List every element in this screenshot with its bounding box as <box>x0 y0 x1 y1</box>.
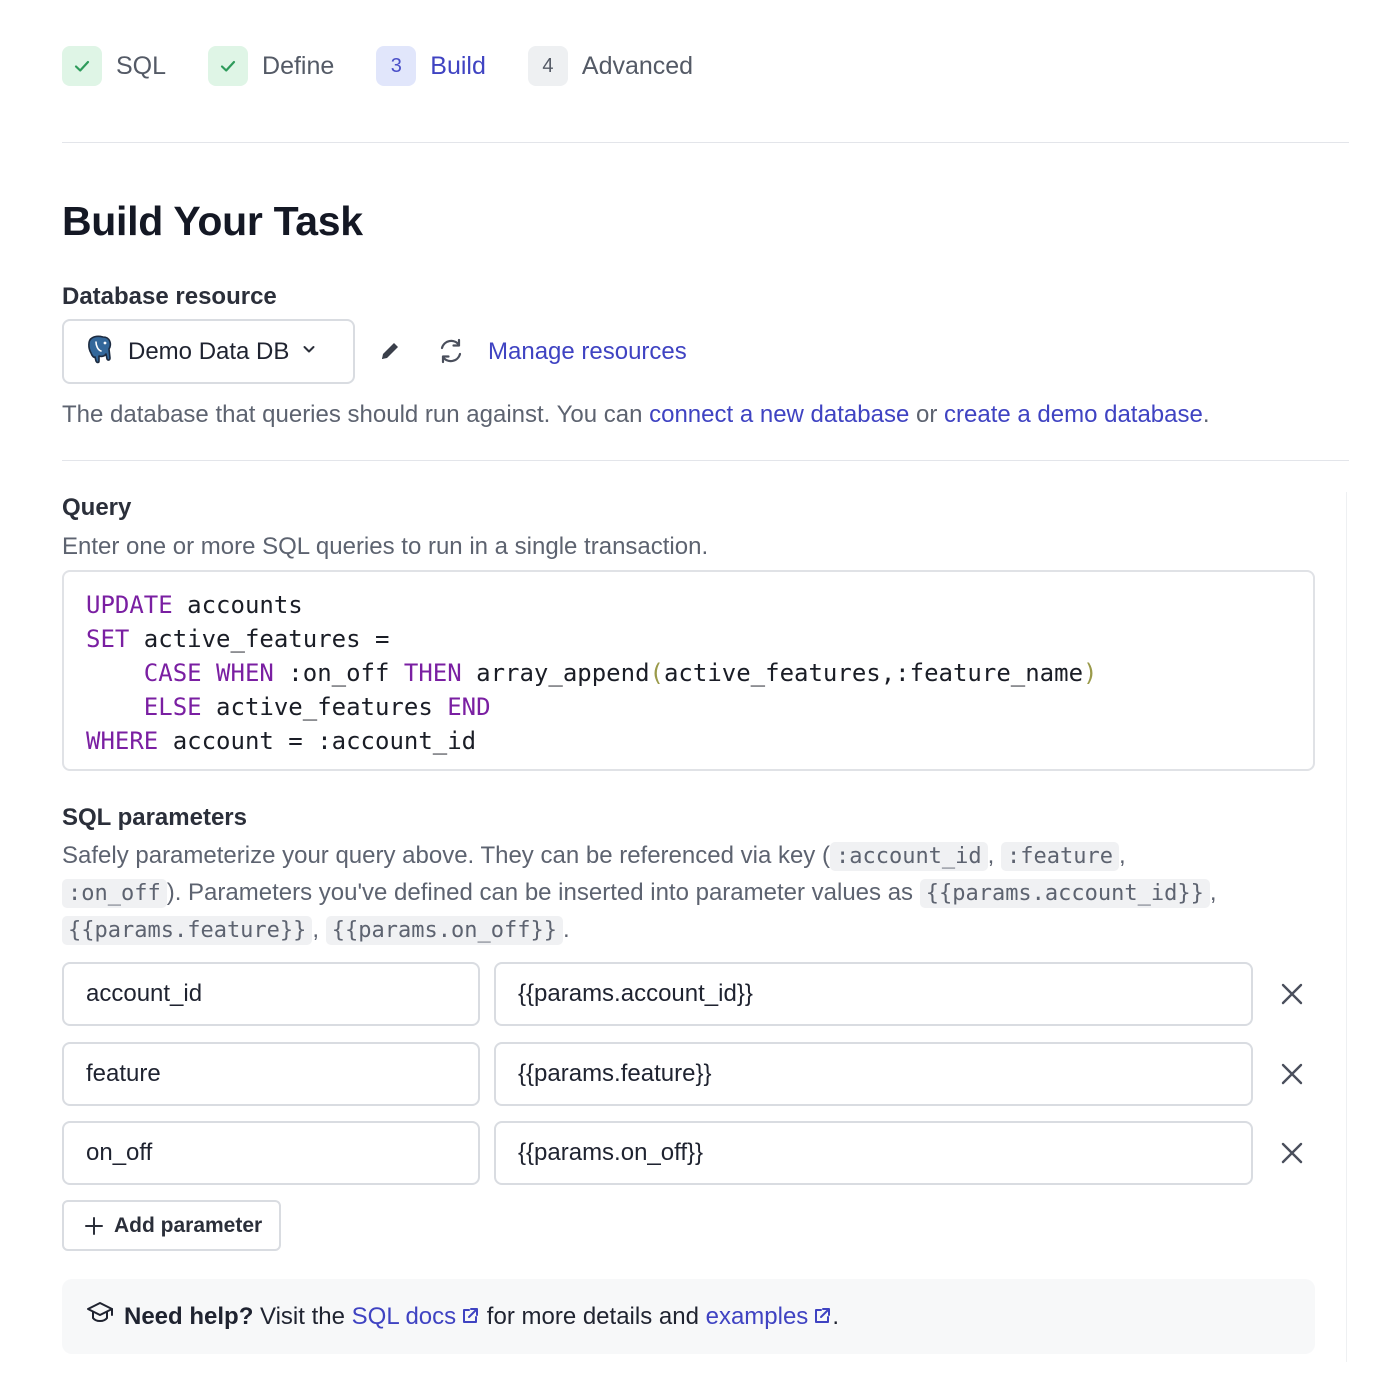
step-number: 3 <box>376 46 417 86</box>
step-label: SQL <box>116 51 167 80</box>
resource-help: The database that queries should run aga… <box>62 401 1210 429</box>
param-row <box>62 962 1322 1026</box>
resource-selected-value: Demo Data DB <box>128 337 290 365</box>
help-text: . <box>832 1302 839 1330</box>
sql-docs-link[interactable]: SQL docs <box>352 1303 481 1330</box>
close-icon[interactable] <box>1278 1139 1306 1167</box>
resource-help-text: . <box>1202 401 1210 428</box>
close-icon[interactable] <box>1278 980 1306 1008</box>
chevron-down-icon <box>301 341 317 362</box>
param-key-input[interactable] <box>62 1121 480 1185</box>
examples-link[interactable]: examples <box>706 1303 833 1330</box>
add-parameter-label: Add parameter <box>114 1213 263 1237</box>
plus-icon <box>85 1216 103 1235</box>
stepper: SQL Define 3 Build 4 Advanced <box>62 46 735 86</box>
step-label: Advanced <box>581 51 694 80</box>
step-sql[interactable]: SQL <box>62 46 166 86</box>
param-key-input[interactable] <box>62 962 480 1026</box>
query-help: Enter one or more SQL queries to run in … <box>62 533 709 560</box>
connect-database-link[interactable]: connect a new database <box>649 401 909 428</box>
help-text: Visit the <box>253 1302 352 1330</box>
sql-editor[interactable]: UPDATE accounts SET active_features = CA… <box>62 570 1315 771</box>
check-icon <box>208 46 249 86</box>
step-build[interactable]: 3 Build <box>376 46 486 86</box>
help-callout: Need help? Visit the SQL docs for more d… <box>62 1279 1315 1354</box>
sql-params-label: SQL parameters <box>62 804 247 831</box>
page-title: Build Your Task <box>62 198 363 244</box>
external-link-icon <box>815 1307 831 1323</box>
resource-label: Database resource <box>62 283 277 310</box>
param-value-input[interactable] <box>494 962 1253 1026</box>
divider <box>62 460 1349 461</box>
check-icon <box>62 46 102 86</box>
scroll-track <box>1346 492 1347 1362</box>
resource-select[interactable]: Demo Data DB <box>62 319 355 384</box>
sql-params-help: Safely parameterize your query above. Th… <box>62 842 1217 945</box>
param-value-input[interactable] <box>494 1121 1253 1185</box>
step-label: Build <box>430 51 486 80</box>
code-line: UPDATE accounts <box>86 591 303 619</box>
help-text: for more details and <box>480 1302 706 1330</box>
external-link-icon <box>463 1307 479 1323</box>
manage-resources-link[interactable]: Manage resources <box>488 338 687 366</box>
add-parameter-button[interactable]: Add parameter <box>62 1200 281 1251</box>
create-demo-database-link[interactable]: create a demo database <box>944 401 1203 428</box>
code-line: ELSE active_features END <box>143 693 491 721</box>
code-line: CASE WHEN :on_off THEN array_append(acti… <box>143 659 1098 687</box>
help-title: Need help? <box>124 1302 254 1330</box>
divider <box>62 142 1349 143</box>
step-number: 4 <box>527 46 568 86</box>
code-line: WHERE account = :account_id <box>86 727 477 755</box>
postgres-elephant-icon <box>86 334 114 369</box>
step-label: Define <box>262 51 335 80</box>
param-key-input[interactable] <box>62 1042 480 1106</box>
resource-help-text: The database that queries should run aga… <box>62 401 650 428</box>
refresh-icon[interactable] <box>436 336 466 371</box>
code-line: SET active_features = <box>86 625 390 653</box>
close-icon[interactable] <box>1278 1060 1306 1088</box>
graduation-cap-icon <box>86 1300 114 1333</box>
step-define[interactable]: Define <box>208 46 334 86</box>
param-row <box>62 1121 1322 1185</box>
step-advanced[interactable]: 4 Advanced <box>527 46 694 86</box>
param-value-input[interactable] <box>494 1042 1253 1106</box>
param-row <box>62 1042 1322 1106</box>
resource-help-text: or <box>909 401 944 428</box>
pencil-icon[interactable] <box>377 338 403 369</box>
query-label: Query <box>62 494 132 521</box>
